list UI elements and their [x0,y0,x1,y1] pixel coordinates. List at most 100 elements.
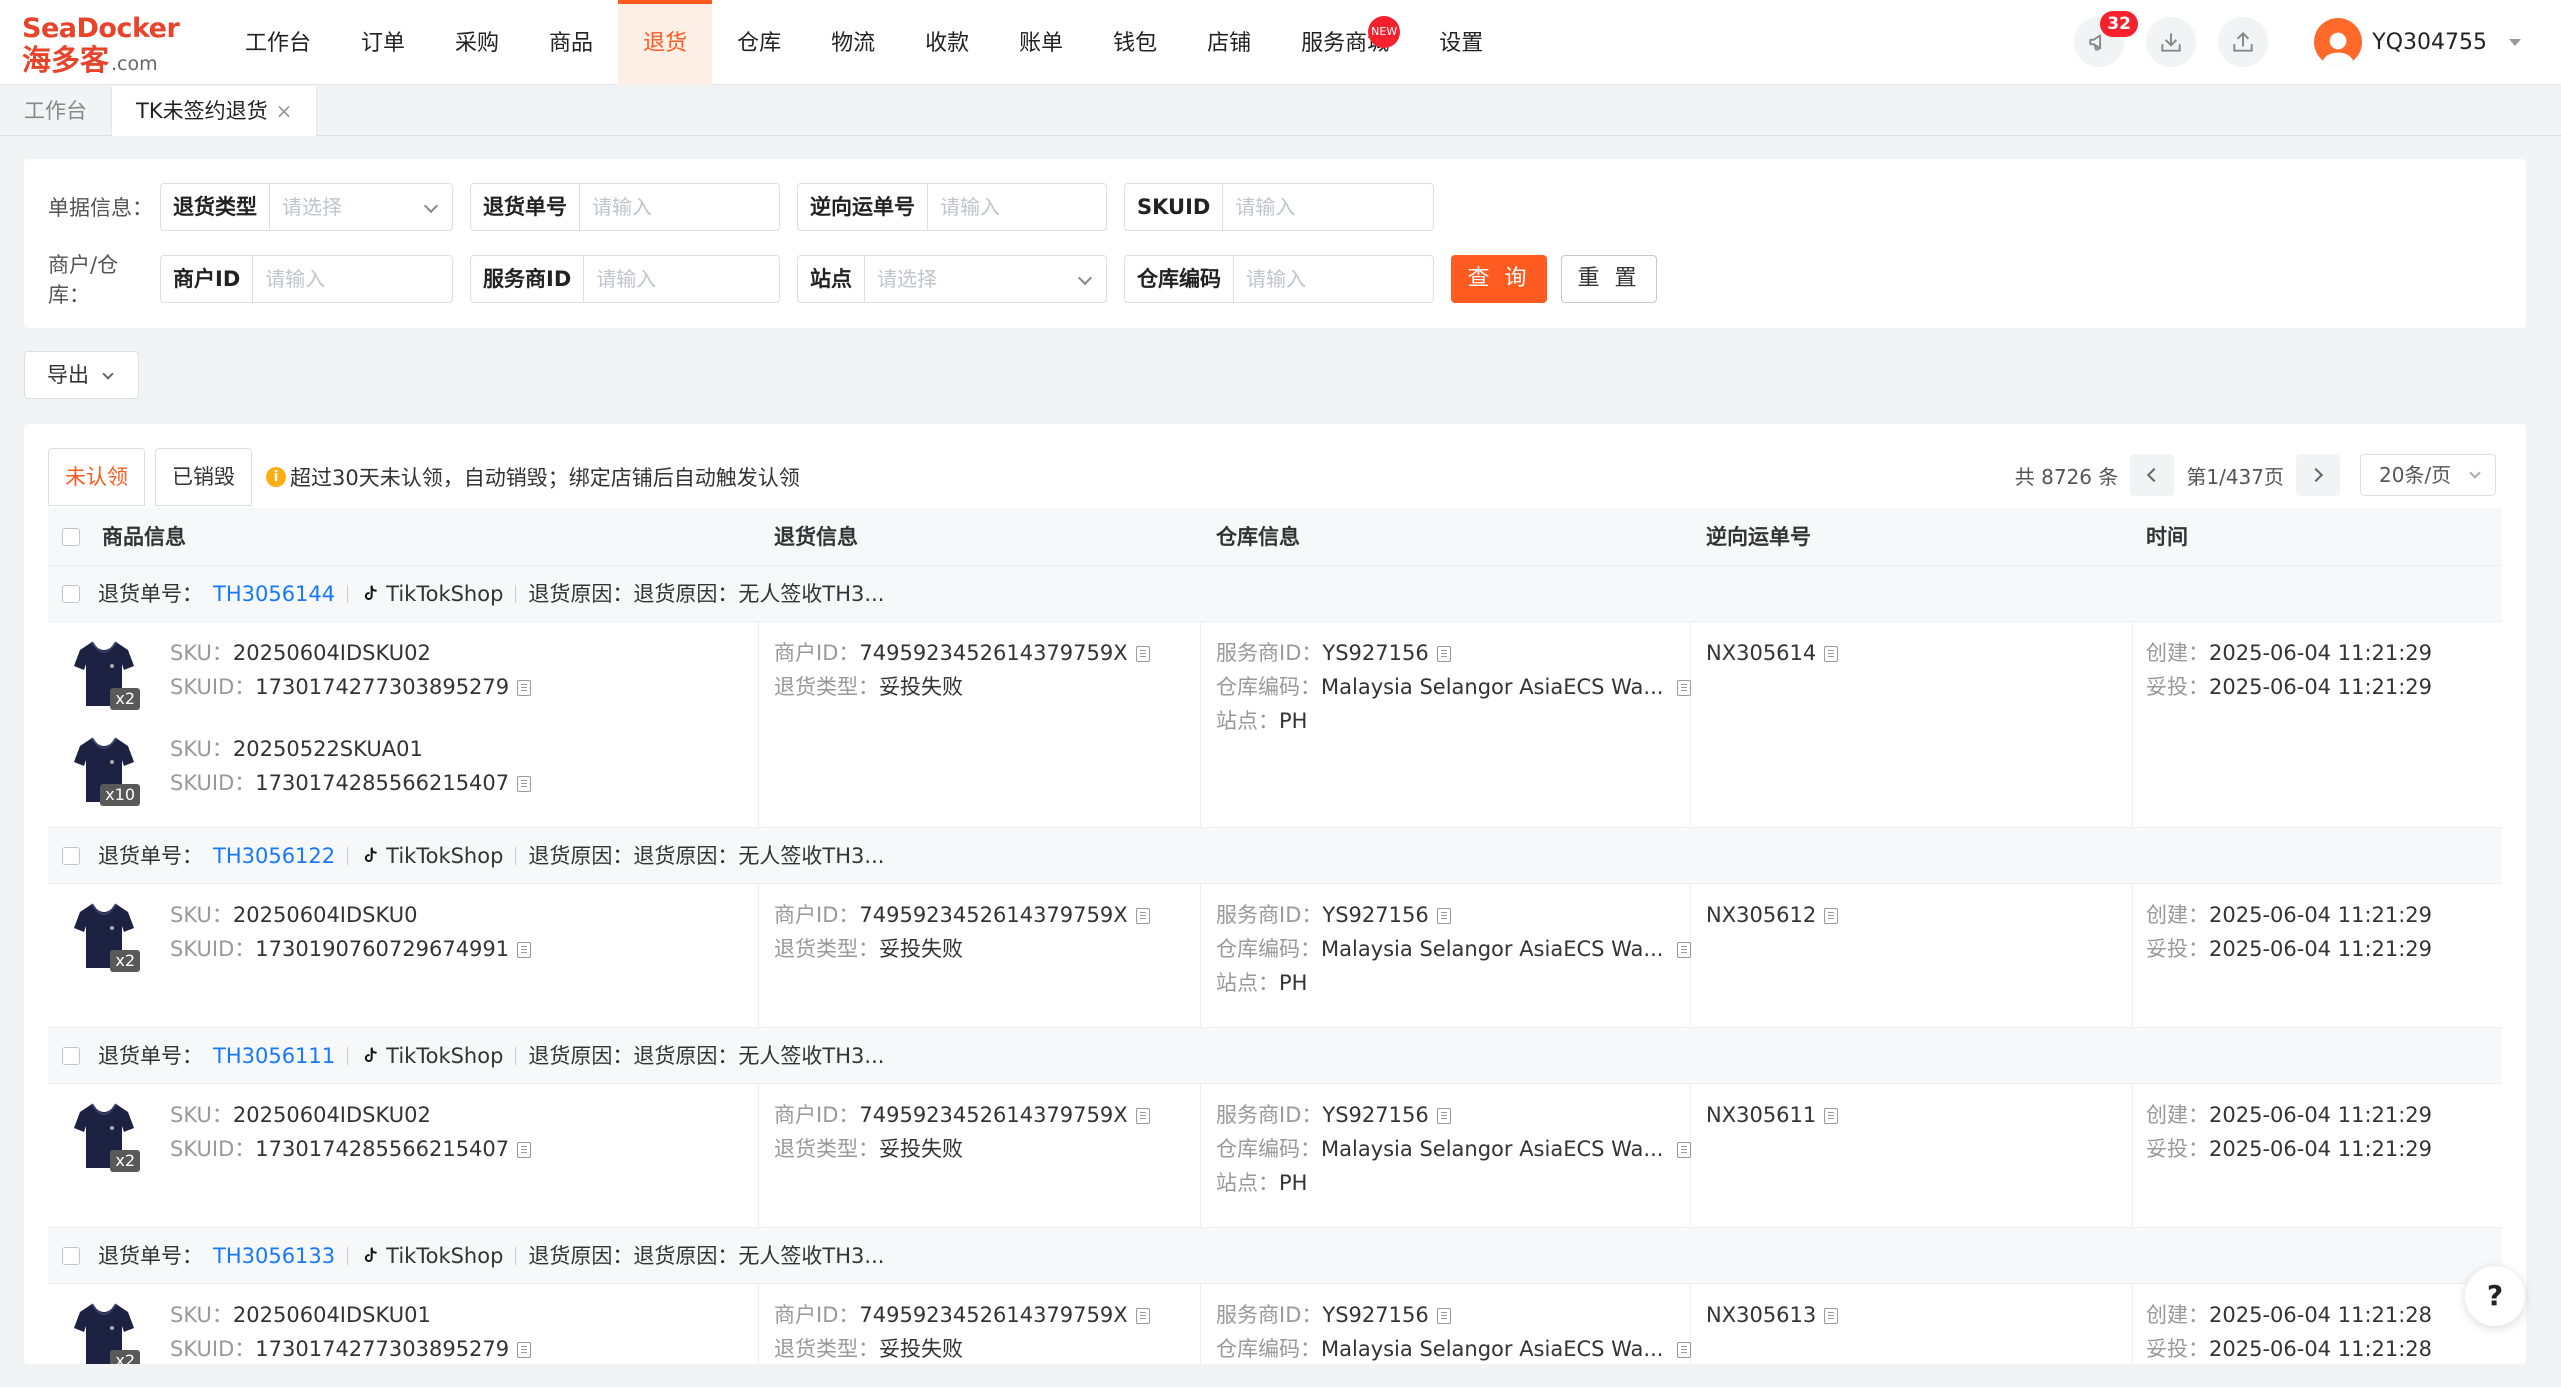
provider-id-input[interactable]: 请输入 [584,256,779,302]
copy-icon[interactable] [1135,1308,1150,1324]
provider-id-line: 服务商ID：YS927156 [1216,636,1451,670]
menu-bills[interactable]: 账单 [994,0,1088,85]
menu-returns[interactable]: 退货 [618,0,713,85]
site-select[interactable]: 站点 请选择 [797,255,1107,303]
quantity-badge: x2 [110,1150,140,1172]
merchant-id-value: 7495923452614379759X [859,903,1128,927]
download-button[interactable] [2146,17,2197,67]
copy-icon[interactable] [1677,1142,1692,1158]
copy-icon[interactable] [1677,1342,1692,1358]
help-button[interactable]: ? [2465,1266,2525,1326]
next-page-button[interactable] [2296,454,2340,496]
avatar[interactable] [2314,18,2363,66]
product-thumbnail[interactable]: x10 [72,732,140,806]
menu-workbench[interactable]: 工作台 [220,0,336,85]
product-thumbnail[interactable]: x2 [72,1298,140,1364]
copy-icon[interactable] [517,776,532,792]
copy-icon[interactable] [1824,1308,1839,1324]
merchant-id-value: 7495923452614379759X [859,1103,1128,1127]
row-checkbox[interactable] [62,847,80,865]
tab-destroyed[interactable]: 已销毁 [155,448,252,506]
return-type-value: 妥投失败 [879,1137,963,1161]
skuid-input[interactable]: 请输入 [1223,184,1433,230]
query-button[interactable]: 查 询 [1451,255,1547,303]
page-tab-workbench[interactable]: 工作台 [0,86,112,136]
brand-logo[interactable]: SeaDocker 海多客 .com [22,13,182,77]
warehouse-code-value: Malaysia Selangor AsiaECS Wa... [1321,675,1664,699]
copy-icon[interactable] [517,1142,532,1158]
delivered-time-line: 妥投：2025-06-04 11:21:29 [2146,675,2433,699]
copy-icon[interactable] [1824,1108,1839,1124]
return-no-link[interactable]: TH3056122 [213,828,335,884]
export-button[interactable]: 导出 [24,351,139,399]
row-checkbox[interactable] [62,1247,80,1265]
copy-icon[interactable] [1824,908,1839,924]
menu-service-mall[interactable]: 服务商城 NEW [1276,0,1414,85]
tab-unclaimed[interactable]: 未认领 [48,448,145,506]
menu-settings[interactable]: 设置 [1414,0,1508,85]
warehouse-code-input[interactable]: 请输入 [1234,256,1433,302]
chevron-down-icon[interactable] [2509,38,2521,46]
copy-icon[interactable] [1436,646,1451,662]
return-no-link[interactable]: TH3056133 [213,1228,335,1284]
product-thumbnail[interactable]: x2 [72,1098,140,1172]
return-no-link[interactable]: TH3056144 [213,566,335,622]
return-no-field[interactable]: 退货单号 请输入 [470,183,780,231]
copy-icon[interactable] [1436,1108,1451,1124]
product-thumbnail[interactable]: x2 [72,898,140,972]
page-size-select[interactable]: 20条/页 [2360,454,2496,496]
select-all-checkbox[interactable] [62,528,80,546]
reverse-no-value: NX305612 [1706,903,1817,927]
copy-icon[interactable] [517,942,532,958]
platform-name: TikTokShop [386,582,504,606]
menu-logistics[interactable]: 物流 [806,0,900,85]
return-no-label: 退货单号： [98,582,203,606]
merchant-id-field[interactable]: 商户ID 请输入 [160,255,453,303]
copy-icon[interactable] [517,1342,532,1358]
menu-warehouse[interactable]: 仓库 [712,0,806,85]
upload-button[interactable] [2218,17,2269,67]
menu-products[interactable]: 商品 [524,0,618,85]
provider-id-field[interactable]: 服务商ID 请输入 [470,255,780,303]
return-type-select[interactable]: 退货类型 请选择 [160,183,453,231]
menu-collections[interactable]: 收款 [900,0,994,85]
notification-button[interactable]: 32 [2074,11,2138,67]
reverse-no-input[interactable]: 请输入 [928,184,1106,230]
reset-button[interactable]: 重 置 [1561,255,1657,303]
skuid-field[interactable]: SKUID 请输入 [1124,183,1434,231]
return-no-link[interactable]: TH3056111 [213,1028,335,1084]
username[interactable]: YQ304755 [2372,30,2487,55]
reverse-no-field[interactable]: 逆向运单号 请输入 [797,183,1107,231]
field-label: 站点 [798,256,865,302]
warehouse-code-field[interactable]: 仓库编码 请输入 [1124,255,1434,303]
delivered-time: 2025-06-04 11:21:29 [2209,937,2433,961]
menu-orders[interactable]: 订单 [336,0,430,85]
copy-icon[interactable] [1436,1308,1451,1324]
row-checkbox[interactable] [62,585,80,603]
return-type-placeholder: 请选择 [270,184,452,230]
prev-page-button[interactable] [2130,454,2175,496]
record-group-header: 退货单号： TH3056133 TikTokShop 退货原因： 退货原因：无人签收TH… [48,1228,2502,1284]
product-thumbnail[interactable]: x2 [72,636,140,710]
copy-icon[interactable] [1135,646,1150,662]
column-divider [758,622,759,827]
close-icon[interactable]: × [276,99,293,123]
menu-wallet[interactable]: 钱包 [1088,0,1182,85]
copy-icon[interactable] [517,680,532,696]
page-tab-tk-returns[interactable]: TK未签约退货 × [112,86,318,136]
brand-name-en: SeaDocker [22,13,180,44]
copy-icon[interactable] [1677,942,1692,958]
merchant-id-input[interactable]: 请输入 [253,256,452,302]
reason-value: 退货原因：无人签收TH3... [633,582,885,606]
menu-stores[interactable]: 店铺 [1182,0,1276,85]
copy-icon[interactable] [1677,680,1692,696]
return-no-input[interactable]: 请输入 [580,184,779,230]
menu-purchase[interactable]: 采购 [430,0,524,85]
chevron-down-icon [102,368,114,380]
copy-icon[interactable] [1824,646,1839,662]
copy-icon[interactable] [1135,1108,1150,1124]
row-checkbox[interactable] [62,1047,80,1065]
copy-icon[interactable] [1436,908,1451,924]
copy-icon[interactable] [1135,908,1150,924]
created-time: 2025-06-04 11:21:29 [2209,641,2433,665]
